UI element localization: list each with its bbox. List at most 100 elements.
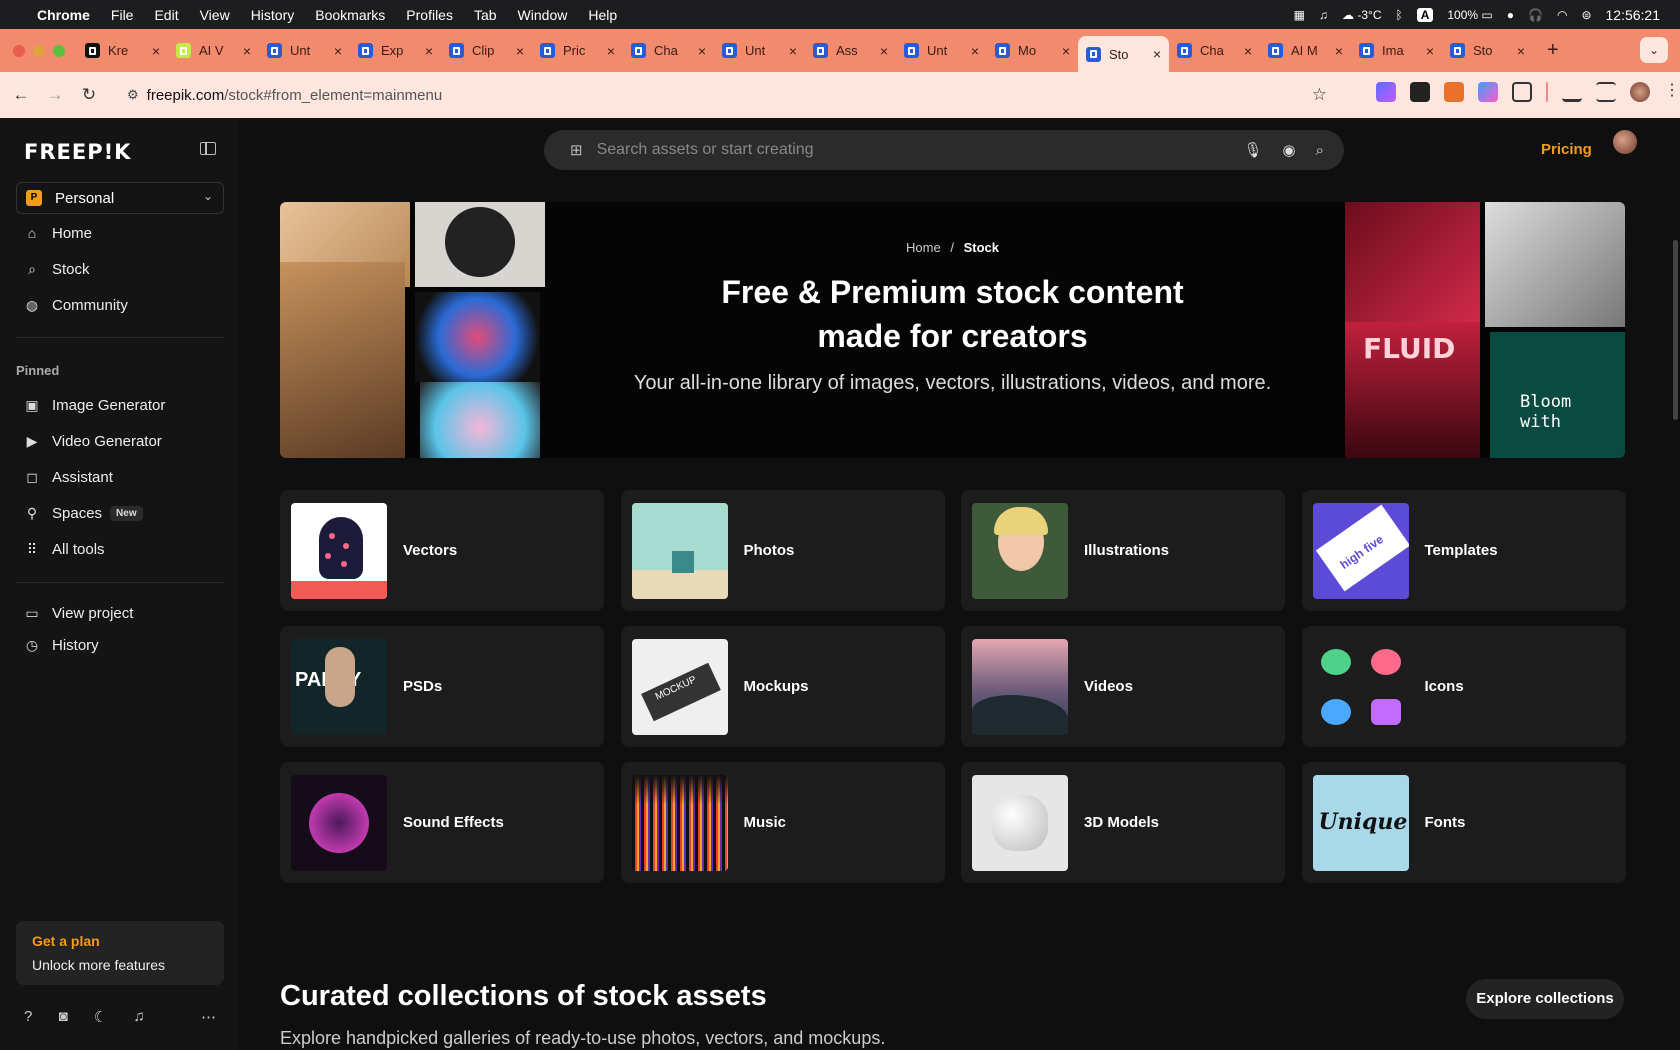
close-icon[interactable]: × (425, 43, 433, 59)
grid-icon[interactable]: ⊞ (570, 141, 583, 159)
close-icon[interactable]: × (334, 43, 342, 59)
browser-tab[interactable]: Sto × (1078, 36, 1169, 72)
close-icon[interactable]: × (516, 43, 524, 59)
reload-button[interactable]: ↻ (78, 85, 100, 105)
weather-status[interactable]: ☁ -3°C (1342, 8, 1381, 22)
browser-tab[interactable]: Sto × (1442, 36, 1533, 66)
sidebar-item-stock[interactable]: ⌕ Stock (16, 252, 224, 286)
menu-bookmarks[interactable]: Bookmarks (315, 7, 385, 23)
browser-tab[interactable]: Unt × (259, 36, 350, 66)
address-bar[interactable]: ⚙ freepik.com/stock#from_element=mainmen… (121, 78, 1341, 112)
close-icon[interactable]: × (152, 43, 160, 59)
bookmark-star-icon[interactable]: ☆ (1312, 85, 1327, 105)
puzzle-extensions-icon[interactable] (1512, 82, 1532, 102)
category-card-videos[interactable]: Videos (961, 626, 1285, 747)
close-icon[interactable]: × (880, 43, 888, 59)
new-tab-button[interactable]: + (1547, 39, 1559, 62)
close-icon[interactable]: × (1517, 43, 1525, 59)
headphones-icon[interactable]: 🎧 (1528, 8, 1543, 22)
menu-tab[interactable]: Tab (474, 7, 497, 23)
browser-tab[interactable]: Unt × (714, 36, 805, 66)
close-icon[interactable]: × (1335, 43, 1343, 59)
tab-search-button[interactable]: ⌄ (1640, 37, 1668, 63)
sidebar-item-assistant[interactable]: ◻ Assistant (16, 460, 224, 494)
fox-extension-icon[interactable] (1444, 82, 1464, 102)
profile-avatar-icon[interactable] (1630, 82, 1650, 102)
collapse-sidebar-icon[interactable] (200, 142, 216, 155)
scrollbar[interactable] (1673, 240, 1678, 420)
menu-edit[interactable]: Edit (154, 7, 178, 23)
explore-collections-button[interactable]: Explore collections (1466, 979, 1624, 1019)
close-icon[interactable]: × (607, 43, 615, 59)
browser-tab[interactable]: Cha × (623, 36, 714, 66)
color-extension-icon[interactable] (1478, 82, 1498, 102)
search-icon[interactable]: ⌕ (1316, 142, 1324, 159)
input-source-icon[interactable]: A (1416, 7, 1434, 22)
microphone-icon[interactable]: 🎙 (1243, 141, 1262, 159)
clock[interactable]: 12:56:21 (1606, 7, 1661, 23)
search-input[interactable]: Search assets or start creating (597, 141, 1244, 159)
bluetooth-icon[interactable]: ᛒ (1396, 8, 1403, 22)
workspace-selector[interactable]: P Personal ⌄ (16, 182, 224, 214)
menu-chrome[interactable]: Chrome (37, 7, 90, 23)
more-icon[interactable]: ⋯ (201, 1008, 216, 1026)
control-center-icon[interactable]: ⊜ (1581, 8, 1591, 22)
close-window-button[interactable] (13, 44, 25, 57)
browser-tab[interactable]: AI V × (168, 36, 259, 66)
music-icon[interactable]: ♫ (1319, 8, 1328, 22)
browser-tab[interactable]: Ima × (1351, 36, 1442, 66)
category-card-sound[interactable]: Sound Effects (280, 762, 604, 883)
chrome-menu-icon[interactable]: ⋮ (1664, 82, 1680, 102)
search-bar[interactable]: ⊞ Search assets or start creating 🎙 ◉ ⌕ (544, 130, 1344, 170)
sidebar-item-image-generator[interactable]: ▣ Image Generator (16, 388, 224, 422)
browser-tab[interactable]: Ass × (805, 36, 896, 66)
close-icon[interactable]: × (1244, 43, 1252, 59)
discord-icon[interactable]: ◙ (59, 1008, 68, 1026)
forward-button[interactable]: → (44, 85, 66, 105)
category-card-fonts[interactable]: Unique Fonts (1301, 762, 1626, 883)
sidebar-item-history[interactable]: ◷ History (16, 628, 224, 662)
sidebar-item-all-tools[interactable]: ⠿ All tools (16, 532, 224, 566)
menu-window[interactable]: Window (518, 7, 568, 23)
fx-extension-icon[interactable] (1410, 82, 1430, 102)
back-button[interactable]: ← (10, 85, 32, 105)
category-card-mockups[interactable]: MOCKUP Mockups (620, 626, 945, 747)
pricing-link[interactable]: Pricing (1541, 141, 1592, 158)
browser-tab[interactable]: Exp × (350, 36, 441, 66)
sidebar-item-spaces[interactable]: ⚲ Spaces New (16, 496, 224, 530)
close-icon[interactable]: × (971, 43, 979, 59)
browser-tab[interactable]: Mo × (987, 36, 1078, 66)
menu-file[interactable]: File (111, 7, 134, 23)
sidebar-item-video-generator[interactable]: ▶ Video Generator (16, 424, 224, 458)
minimize-window-button[interactable] (33, 44, 45, 57)
close-icon[interactable]: × (1426, 43, 1434, 59)
freepik-logo[interactable]: FREEP!K (24, 140, 131, 164)
get-plan-card[interactable]: Get a plan Unlock more features (16, 921, 224, 985)
breadcrumb-home[interactable]: Home (906, 240, 941, 255)
browser-tab[interactable]: Cha × (1169, 36, 1260, 66)
menu-history[interactable]: History (251, 7, 295, 23)
close-icon[interactable]: × (243, 43, 251, 59)
category-card-music[interactable]: Music (620, 762, 945, 883)
category-card-photos[interactable]: Photos (620, 490, 945, 611)
help-icon[interactable]: ? (24, 1008, 32, 1026)
category-card-psds[interactable]: PARTY PSDs (280, 626, 604, 747)
calendar-icon[interactable]: ▦ (1294, 8, 1305, 22)
theme-moon-icon[interactable]: ☾ (94, 1008, 107, 1026)
media-control-icon[interactable] (1596, 82, 1616, 102)
menu-profiles[interactable]: Profiles (406, 7, 453, 23)
avatar[interactable] (1613, 130, 1637, 154)
close-icon[interactable]: × (698, 43, 706, 59)
browser-tab[interactable]: AI M × (1260, 36, 1351, 66)
browser-tab[interactable]: Unt × (896, 36, 987, 66)
category-card-illustrations[interactable]: Illustrations (961, 490, 1285, 611)
close-icon[interactable]: × (789, 43, 797, 59)
sidebar-item-view-project[interactable]: ▭ View project (16, 596, 224, 630)
battery-status[interactable]: 100% ▭ (1447, 8, 1492, 22)
browser-tab[interactable]: Kre × (77, 36, 168, 66)
site-info-icon[interactable]: ⚙ (127, 87, 139, 103)
sidebar-item-home[interactable]: ⌂ Home (16, 216, 224, 250)
download-icon[interactable] (1562, 82, 1582, 102)
menu-help[interactable]: Help (588, 7, 617, 23)
browser-tab[interactable]: Clip × (441, 36, 532, 66)
